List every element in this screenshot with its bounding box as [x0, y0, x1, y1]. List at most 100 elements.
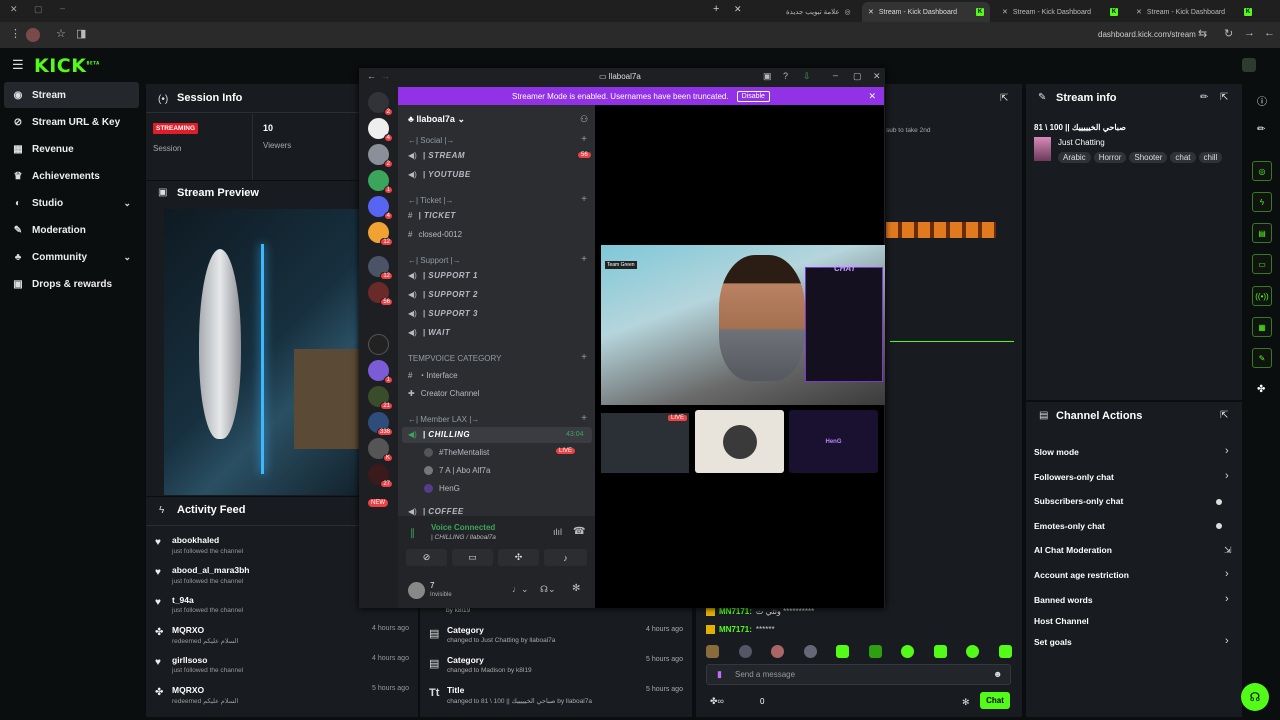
tag[interactable]: chill — [1198, 152, 1223, 163]
tab-kick-dashboard-1[interactable]: ✕ Stream - Kick Dashboard K — [862, 2, 990, 22]
rail-button-bolt[interactable]: ϟ — [1252, 192, 1272, 212]
popout-icon[interactable]: ⇱ — [1220, 410, 1228, 421]
forward-icon[interactable]: → — [381, 71, 390, 81]
chevron-right-icon[interactable]: › — [1225, 470, 1229, 482]
disconnect-icon[interactable]: ☎ — [573, 526, 585, 537]
close-icon[interactable]: ✕ — [10, 4, 18, 15]
address-bar-url[interactable]: dashboard.kick.com/stream — [1098, 30, 1196, 39]
server-icon[interactable]: 2 — [368, 144, 393, 168]
add-channel-icon[interactable]: + — [581, 413, 587, 424]
avatar[interactable] — [1242, 58, 1256, 72]
avatar[interactable] — [408, 582, 425, 599]
emote-icon[interactable] — [803, 645, 817, 658]
download-icon[interactable]: ⇩ — [803, 71, 811, 82]
gear-icon[interactable]: ✻ — [962, 697, 970, 708]
chat-username[interactable]: MN7171: — [719, 625, 752, 634]
feed-user-name[interactable]: MQRXO — [172, 685, 204, 695]
reload-icon[interactable]: ↻ — [1224, 27, 1233, 40]
action-account-age[interactable]: Account age restriction — [1034, 570, 1129, 580]
close-icon[interactable]: ✕ — [1136, 8, 1142, 16]
star-icon[interactable]: ☆ — [56, 27, 66, 40]
settings-icon[interactable]: ⇆ — [1198, 27, 1207, 40]
feed-user-name[interactable]: girllsoso — [172, 655, 207, 665]
emote-icon[interactable] — [771, 645, 785, 658]
add-channel-icon[interactable]: + — [581, 254, 587, 265]
channel-item[interactable]: # ・Interface — [408, 370, 458, 381]
server-icon[interactable]: 1 — [368, 360, 393, 384]
chevron-right-icon[interactable]: › — [1225, 635, 1229, 647]
forward-icon[interactable]: → — [1244, 27, 1255, 39]
popout-icon[interactable]: ⇱ — [1220, 92, 1228, 103]
rail-button-chat[interactable]: ▭ — [1252, 254, 1272, 274]
feed-user-name[interactable]: t_94a — [172, 595, 194, 605]
tag[interactable]: Arabic — [1058, 152, 1091, 163]
action-host-channel[interactable]: Host Channel — [1034, 616, 1089, 626]
emote-icon[interactable] — [706, 645, 719, 658]
close-icon[interactable]: ✕ — [868, 8, 874, 16]
close-icon[interactable]: ✕ — [873, 71, 881, 82]
feed-user-name[interactable]: abookhaled — [172, 535, 219, 545]
tab-new[interactable]: علامة تبويب جديدة ◎ — [780, 2, 862, 22]
help-icon[interactable]: ? — [783, 71, 788, 81]
emoji-icon[interactable]: ☻ — [993, 669, 1002, 679]
channel-item[interactable]: ◀) | SUPPORT 3 — [408, 309, 478, 318]
close-tab-icon[interactable]: ✕ — [734, 4, 742, 15]
category-header[interactable]: ←| Ticket |→ — [408, 196, 454, 205]
support-chat-button[interactable]: ☊ — [1241, 683, 1269, 711]
server-icon[interactable]: 338 — [368, 412, 393, 436]
voice-user[interactable]: HenG — [424, 484, 460, 493]
sidebar-item-drops-rewards[interactable]: ▣ Drops & rewards — [4, 271, 139, 297]
rail-button-camera[interactable]: ◎ — [1252, 161, 1272, 181]
send-chat-button[interactable]: Chat — [980, 692, 1010, 709]
microphone-icon[interactable]: ♩⌄ — [512, 584, 529, 595]
sidebar-item-stream-url-key[interactable]: ⊘ Stream URL & Key — [4, 109, 139, 135]
edit-icon[interactable]: ✏ — [1257, 124, 1265, 135]
popout-icon[interactable]: ⇱ — [1000, 93, 1008, 104]
activities-button[interactable]: ✣ — [498, 549, 539, 566]
server-icon-home[interactable]: 2 — [368, 92, 393, 116]
inbox-icon[interactable]: ▣ — [763, 71, 772, 82]
minimize-icon[interactable]: – — [60, 3, 65, 13]
add-channel-icon[interactable]: + — [581, 352, 587, 363]
channel-item[interactable]: # | TICKET — [408, 211, 456, 220]
close-icon[interactable]: ✕ — [868, 91, 876, 102]
server-icon[interactable]: 12 — [368, 256, 393, 280]
chevron-right-icon[interactable]: › — [1225, 445, 1229, 457]
close-icon[interactable]: ✕ — [1002, 8, 1008, 16]
noise-suppression-icon[interactable]: ılıl — [553, 527, 562, 537]
emote-icon[interactable] — [933, 645, 947, 658]
minimize-icon[interactable]: – — [833, 70, 838, 80]
category-header[interactable]: ←| Member LAX |→ — [408, 415, 479, 424]
soundboard-button[interactable]: ♪ — [544, 549, 587, 566]
server-header[interactable]: ♣ llaboal7a ⌄ — [408, 114, 465, 125]
channel-item[interactable]: ◀) | SUPPORT 2 — [408, 290, 478, 299]
channel-item-active[interactable]: ◀) | CHILLING — [408, 430, 470, 439]
emote-icon[interactable] — [868, 645, 882, 658]
sidebar-item-moderation[interactable]: ✎ Moderation — [4, 217, 139, 243]
category-name[interactable]: Just Chatting — [1058, 138, 1105, 147]
screen-share-button[interactable]: ▭ — [452, 549, 493, 566]
tag[interactable]: Horror — [1093, 152, 1127, 163]
users-icon[interactable]: ✤∞ — [710, 696, 724, 707]
back-icon[interactable]: ← — [367, 71, 376, 81]
server-icon[interactable]: K — [368, 438, 393, 462]
server-icon[interactable]: 4 — [368, 118, 393, 142]
chevron-right-icon[interactable]: › — [1225, 593, 1229, 605]
rail-button-note[interactable]: ▤ — [1252, 223, 1272, 243]
channel-item[interactable]: ✚ Creator Channel — [408, 389, 479, 398]
gear-icon[interactable]: ✻ — [572, 583, 580, 594]
add-channel-icon[interactable]: + — [581, 134, 587, 145]
emote-icon[interactable] — [901, 645, 915, 658]
emote-icon[interactable] — [738, 645, 752, 658]
rail-button-layout[interactable]: ▦ — [1252, 317, 1272, 337]
add-member-icon[interactable]: ⚇ — [580, 114, 588, 125]
minimize-icon[interactable]: ▢ — [34, 4, 43, 15]
add-channel-icon[interactable]: + — [581, 194, 587, 205]
profile-avatar[interactable] — [26, 28, 40, 42]
main-stream-video[interactable]: Team Green CHAT — [601, 245, 885, 405]
channel-item[interactable]: ◀) | YOUTUBE — [408, 170, 471, 179]
sidebar-item-revenue[interactable]: ▦ Revenue — [4, 136, 139, 162]
channel-item[interactable]: ◀) | SUPPORT 1 — [408, 271, 478, 280]
feed-user-name[interactable]: MQRXO — [172, 625, 204, 635]
server-icon[interactable]: 27 — [368, 464, 393, 488]
